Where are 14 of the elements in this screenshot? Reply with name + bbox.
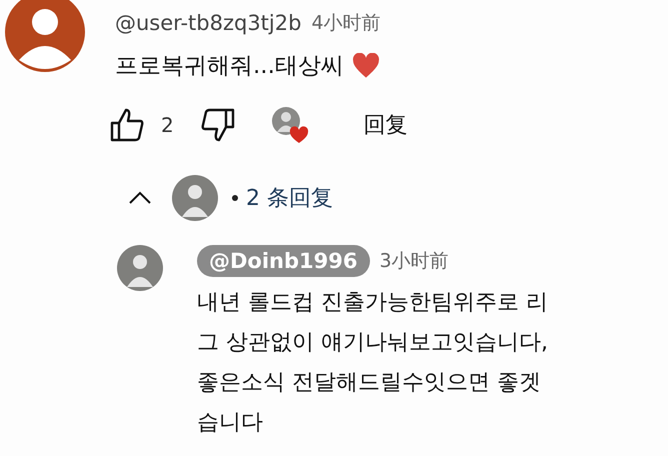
- timestamp: 4小时前: [311, 11, 381, 36]
- avatar-icon: [117, 245, 163, 291]
- reply-button[interactable]: 回复: [358, 106, 414, 144]
- like-icon[interactable]: [109, 107, 145, 143]
- dislike-icon[interactable]: [200, 107, 236, 143]
- reply-text: 내년 롤드컵 진출가능한팀위주로 리 그 상관없이 얘기나눠보고잇습니다, 좋은소식 전달해드릴수잇으면 좋겟 습니다: [197, 289, 548, 437]
- like-count: 2: [161, 113, 174, 137]
- reply-count-link[interactable]: 2 条回复: [246, 183, 333, 213]
- chevron-up-icon[interactable]: [128, 191, 152, 205]
- avatar-icon: [172, 175, 218, 221]
- comment-text: 프로복귀해줘...태상씨: [115, 52, 344, 81]
- timestamp: 3小时前: [380, 249, 449, 274]
- bullet-icon: [232, 195, 238, 201]
- username[interactable]: @user-tb8zq3tj2b: [115, 11, 302, 35]
